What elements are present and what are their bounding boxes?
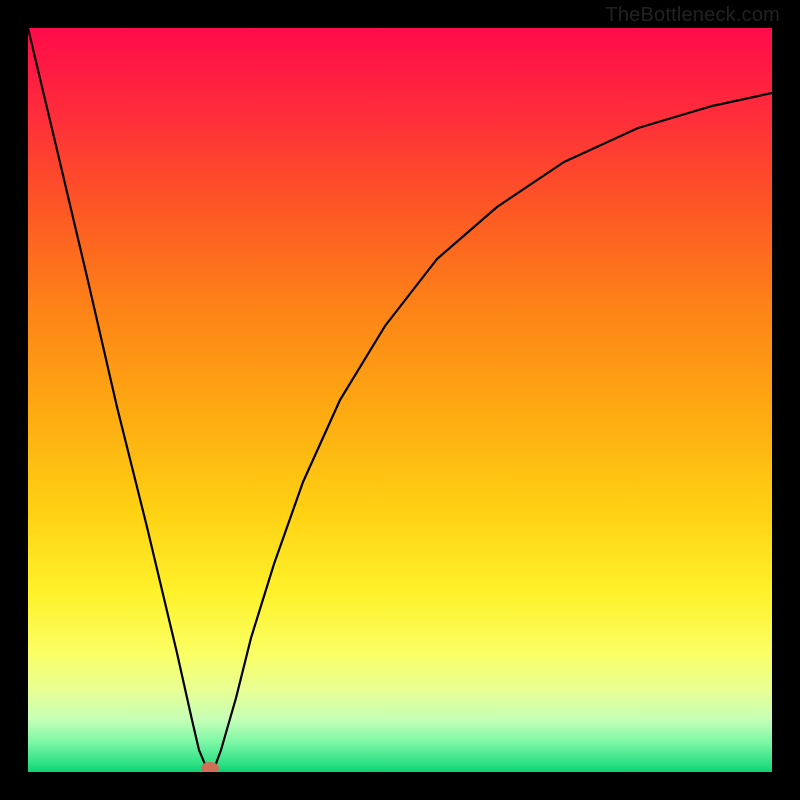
curve-layer — [28, 28, 772, 772]
plot-area — [28, 28, 772, 772]
chart-frame: TheBottleneck.com — [0, 0, 800, 800]
bottleneck-curve — [28, 28, 772, 769]
watermark-text: TheBottleneck.com — [605, 4, 780, 27]
